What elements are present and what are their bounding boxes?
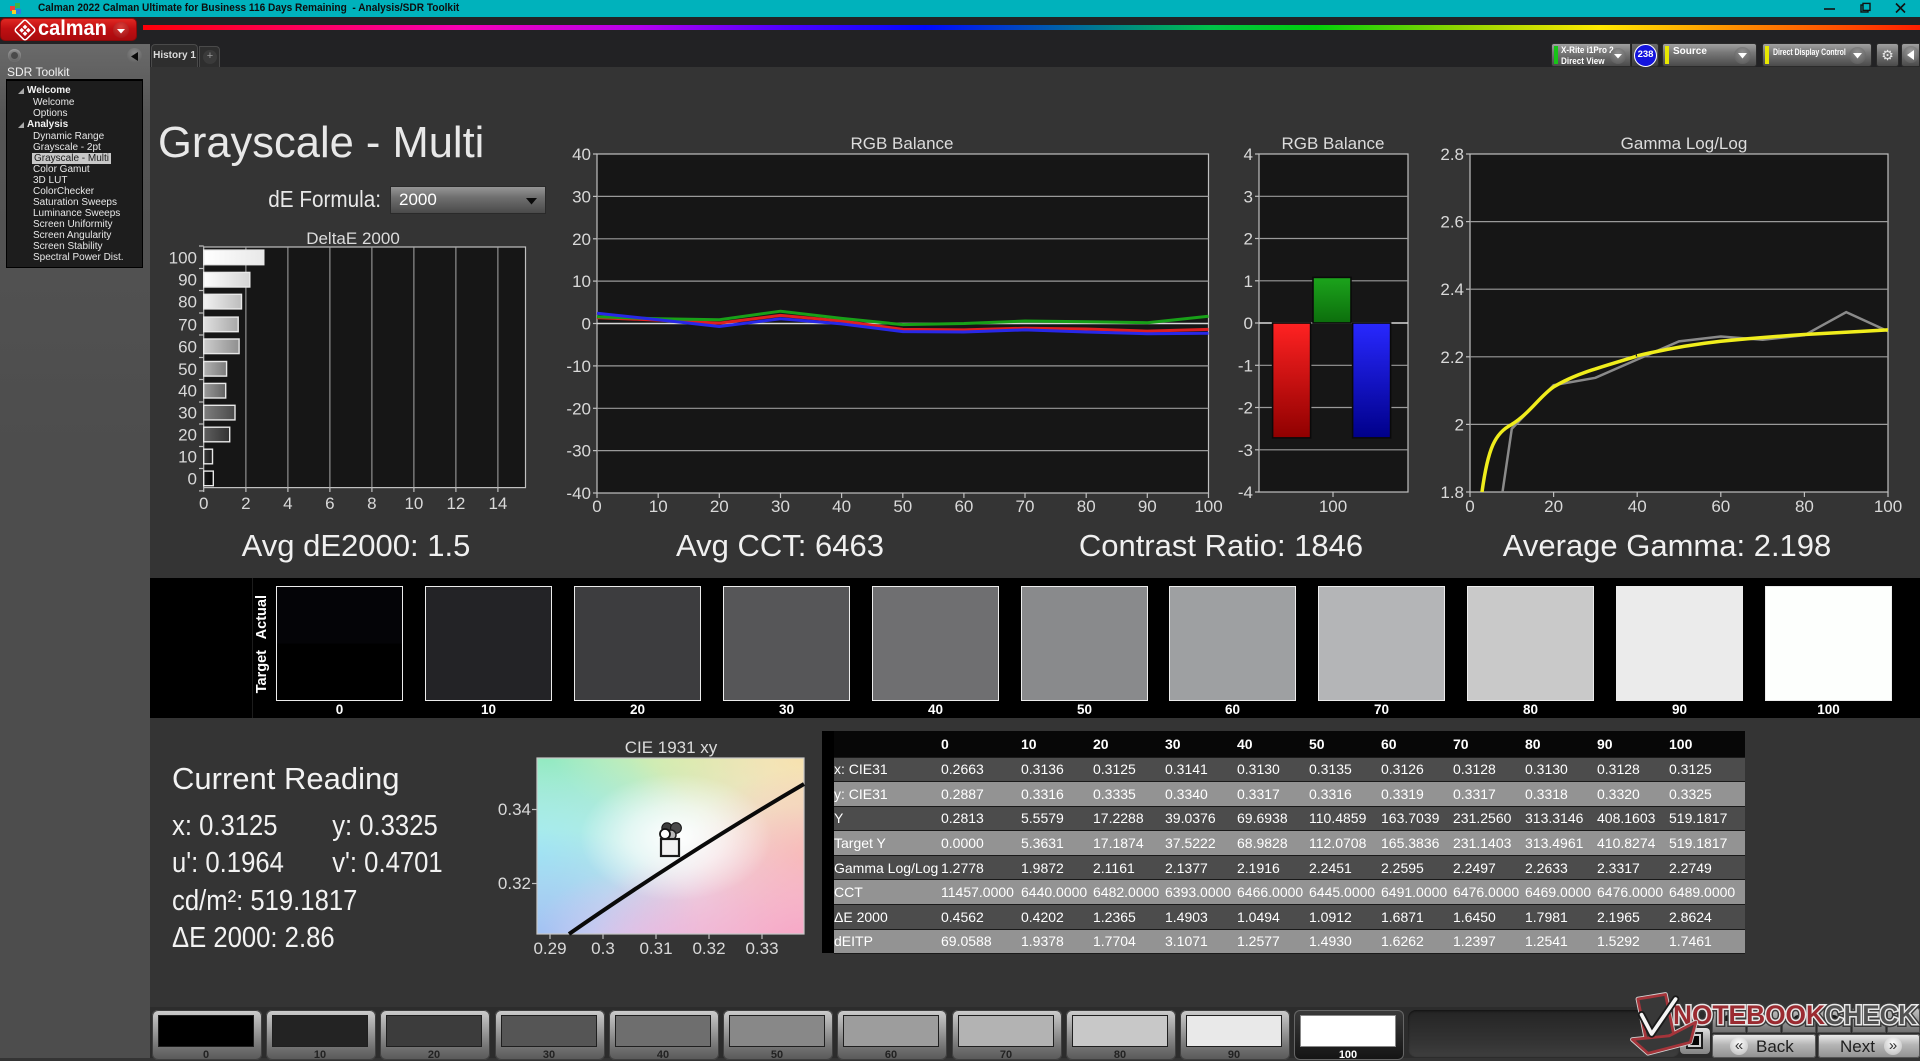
svg-text:Gamma Log/Log: Gamma Log/Log xyxy=(1621,134,1748,153)
svg-text:10: 10 xyxy=(404,494,423,513)
svg-text:0.3: 0.3 xyxy=(591,939,615,958)
svg-text:-2: -2 xyxy=(1238,399,1253,418)
svg-text:50: 50 xyxy=(893,497,912,516)
svg-text:-40: -40 xyxy=(566,484,591,503)
svg-text:40: 40 xyxy=(832,497,851,516)
svg-text:30: 30 xyxy=(178,404,197,423)
svg-text:80: 80 xyxy=(1077,497,1096,516)
svg-text:10: 10 xyxy=(572,272,591,291)
svg-text:40: 40 xyxy=(1628,497,1647,516)
svg-text:20: 20 xyxy=(1544,497,1563,516)
svg-text:DeltaE 2000: DeltaE 2000 xyxy=(306,229,400,248)
svg-text:8: 8 xyxy=(367,494,376,513)
svg-text:12: 12 xyxy=(446,494,465,513)
svg-text:0: 0 xyxy=(188,469,197,488)
svg-text:30: 30 xyxy=(771,497,790,516)
svg-text:80: 80 xyxy=(178,293,197,312)
svg-text:1: 1 xyxy=(1244,272,1253,291)
svg-text:10: 10 xyxy=(649,497,668,516)
svg-text:20: 20 xyxy=(178,426,197,445)
svg-text:0: 0 xyxy=(582,315,591,334)
svg-text:3: 3 xyxy=(1244,187,1253,206)
svg-text:CHECK: CHECK xyxy=(1825,1000,1917,1030)
svg-text:70: 70 xyxy=(178,315,197,334)
svg-text:0: 0 xyxy=(592,497,601,516)
svg-text:40: 40 xyxy=(572,145,591,164)
svg-text:0.29: 0.29 xyxy=(533,939,566,958)
svg-text:20: 20 xyxy=(572,230,591,249)
svg-text:2.2: 2.2 xyxy=(1440,348,1464,367)
svg-text:2.4: 2.4 xyxy=(1440,280,1464,299)
svg-text:-20: -20 xyxy=(566,399,591,418)
svg-text:60: 60 xyxy=(1711,497,1730,516)
svg-text:-30: -30 xyxy=(566,442,591,461)
svg-text:100: 100 xyxy=(1319,497,1347,516)
svg-text:RGB Balance: RGB Balance xyxy=(851,134,954,153)
svg-text:4: 4 xyxy=(283,494,292,513)
svg-text:RGB Balance: RGB Balance xyxy=(1282,134,1385,153)
svg-text:-1: -1 xyxy=(1238,356,1253,375)
svg-text:90: 90 xyxy=(1138,497,1157,516)
svg-text:0: 0 xyxy=(199,494,208,513)
svg-text:CIE 1931 xy: CIE 1931 xy xyxy=(625,738,718,757)
svg-text:0.33: 0.33 xyxy=(745,939,778,958)
svg-text:0.31: 0.31 xyxy=(639,939,672,958)
svg-text:0.34: 0.34 xyxy=(498,800,531,819)
svg-text:100: 100 xyxy=(1874,497,1902,516)
svg-text:100: 100 xyxy=(169,248,197,267)
svg-text:2: 2 xyxy=(1244,230,1253,249)
svg-text:2.8: 2.8 xyxy=(1440,145,1464,164)
svg-text:0.32: 0.32 xyxy=(498,874,531,893)
svg-text:-4: -4 xyxy=(1238,483,1253,502)
svg-text:60: 60 xyxy=(178,337,197,356)
svg-text:80: 80 xyxy=(1795,497,1814,516)
svg-text:0: 0 xyxy=(1244,314,1253,333)
svg-text:90: 90 xyxy=(178,271,197,290)
svg-text:60: 60 xyxy=(954,497,973,516)
svg-text:1.8: 1.8 xyxy=(1440,483,1464,502)
svg-text:0.32: 0.32 xyxy=(692,939,725,958)
svg-text:6: 6 xyxy=(325,494,334,513)
svg-text:20: 20 xyxy=(710,497,729,516)
svg-text:14: 14 xyxy=(488,494,507,513)
svg-text:30: 30 xyxy=(572,187,591,206)
svg-text:50: 50 xyxy=(178,360,197,379)
svg-text:2: 2 xyxy=(1455,415,1464,434)
svg-text:10: 10 xyxy=(178,448,197,467)
svg-text:-10: -10 xyxy=(566,357,591,376)
svg-text:0: 0 xyxy=(1465,497,1474,516)
svg-text:-3: -3 xyxy=(1238,441,1253,460)
svg-text:2: 2 xyxy=(241,494,250,513)
svg-text:4: 4 xyxy=(1244,145,1253,164)
svg-text:100: 100 xyxy=(1194,497,1222,516)
svg-text:70: 70 xyxy=(1016,497,1035,516)
svg-text:2.6: 2.6 xyxy=(1440,213,1464,232)
svg-text:40: 40 xyxy=(178,382,197,401)
